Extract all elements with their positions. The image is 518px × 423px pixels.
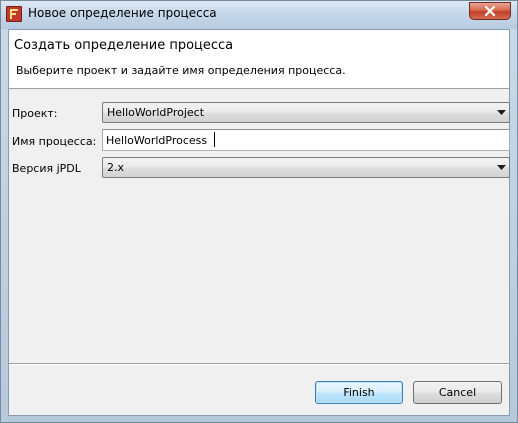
jpdl-version-combo[interactable]: 2.x — [102, 157, 510, 178]
chevron-down-icon — [497, 165, 506, 170]
jpdl-version-combo-value: 2.x — [107, 161, 125, 174]
process-name-label: Имя процесса: — [12, 135, 97, 148]
dialog-window: Новое определение процесса Создать опред… — [0, 0, 518, 423]
project-label: Проект: — [12, 107, 58, 120]
dialog-content: Создать определение процесса Выберите пр… — [8, 29, 510, 416]
project-combo[interactable]: HelloWorldProject — [102, 102, 510, 123]
banner-description: Выберите проект и задайте имя определени… — [16, 64, 346, 77]
project-combo-value: HelloWorldProject — [107, 106, 205, 119]
title-bar[interactable]: Новое определение процесса — [1, 1, 517, 29]
text-caret — [214, 132, 215, 147]
close-button[interactable] — [469, 2, 511, 20]
button-bar-separator — [9, 363, 509, 365]
wizard-banner: Создать определение процесса Выберите пр… — [9, 30, 509, 89]
window-title: Новое определение процесса — [28, 6, 217, 20]
chevron-down-icon — [497, 110, 506, 115]
process-name-input[interactable] — [102, 129, 510, 151]
jbpm-app-icon — [6, 6, 22, 22]
jpdl-version-label: Версия jPDL — [12, 162, 81, 175]
finish-button[interactable]: Finish — [315, 381, 403, 404]
banner-title: Создать определение процесса — [14, 38, 234, 53]
cancel-button[interactable]: Cancel — [413, 381, 502, 404]
close-icon — [484, 6, 496, 17]
